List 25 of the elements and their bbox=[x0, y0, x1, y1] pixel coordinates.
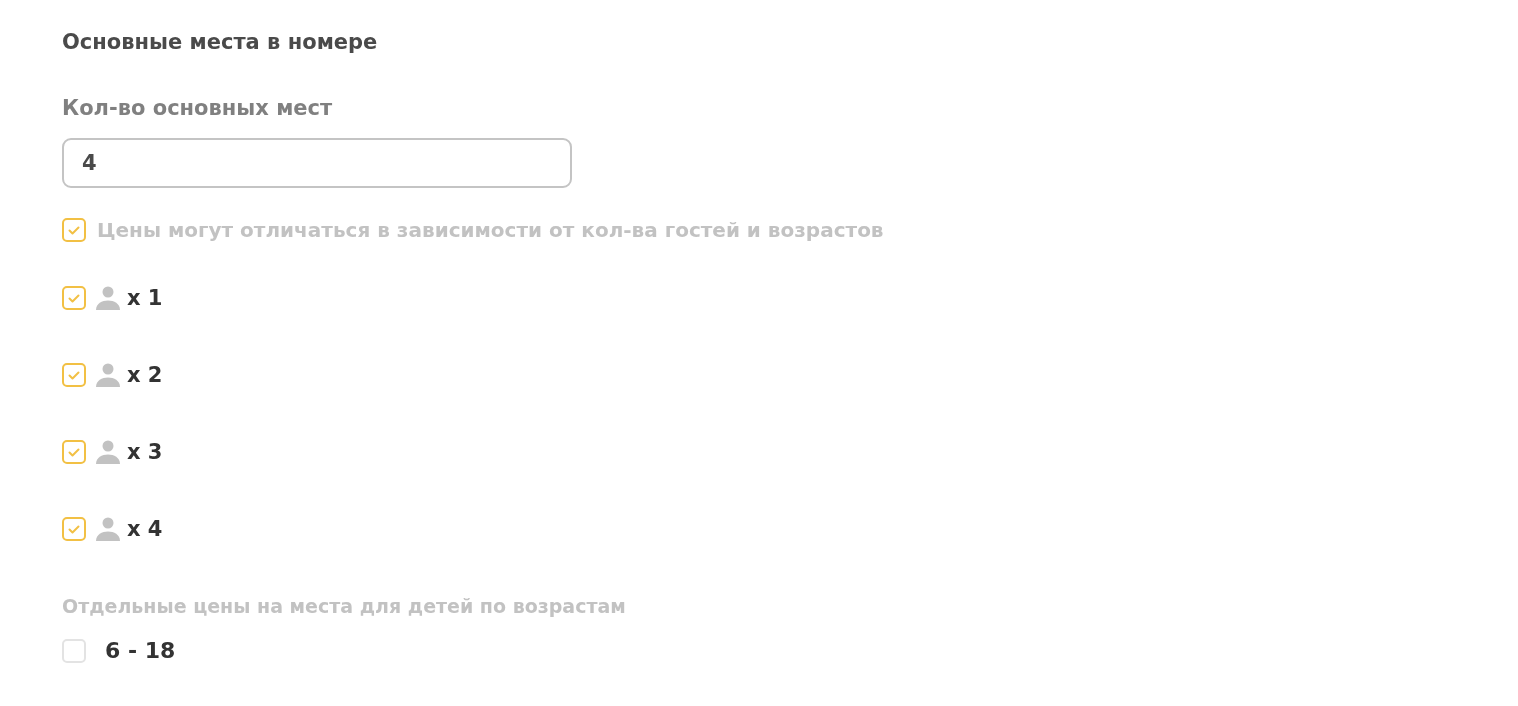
section-subtitle: Отдельные цены на места для детей по возрастам bbox=[62, 594, 626, 619]
section-title: Основные места в номере bbox=[62, 29, 378, 56]
checkbox[interactable] bbox=[62, 218, 86, 242]
checkbox[interactable] bbox=[62, 363, 86, 387]
guest-count: x 2 bbox=[127, 362, 163, 389]
checkbox[interactable] bbox=[62, 286, 86, 310]
person-icon bbox=[95, 363, 121, 387]
guest-count: x 4 bbox=[127, 516, 163, 543]
checkbox-label: Цены могут отличаться в зависимости от кол-ва гостей и возрастов bbox=[97, 217, 884, 244]
checkbox[interactable] bbox=[62, 517, 86, 541]
input-field[interactable]: 4 bbox=[62, 138, 572, 188]
checkbox[interactable] bbox=[62, 440, 86, 464]
age-range-label: 6 - 18 bbox=[105, 637, 176, 665]
guest-count: x 3 bbox=[127, 439, 163, 466]
person-icon bbox=[95, 517, 121, 541]
check-icon bbox=[68, 524, 80, 534]
guest-count: x 1 bbox=[127, 285, 163, 312]
person-icon bbox=[95, 286, 121, 310]
person-icon bbox=[95, 440, 121, 464]
check-icon bbox=[68, 293, 80, 303]
check-icon bbox=[68, 370, 80, 380]
checkbox[interactable] bbox=[62, 639, 86, 663]
field-label: Кол-во основных мест bbox=[62, 95, 333, 122]
check-icon bbox=[68, 225, 80, 235]
check-icon bbox=[68, 447, 80, 457]
